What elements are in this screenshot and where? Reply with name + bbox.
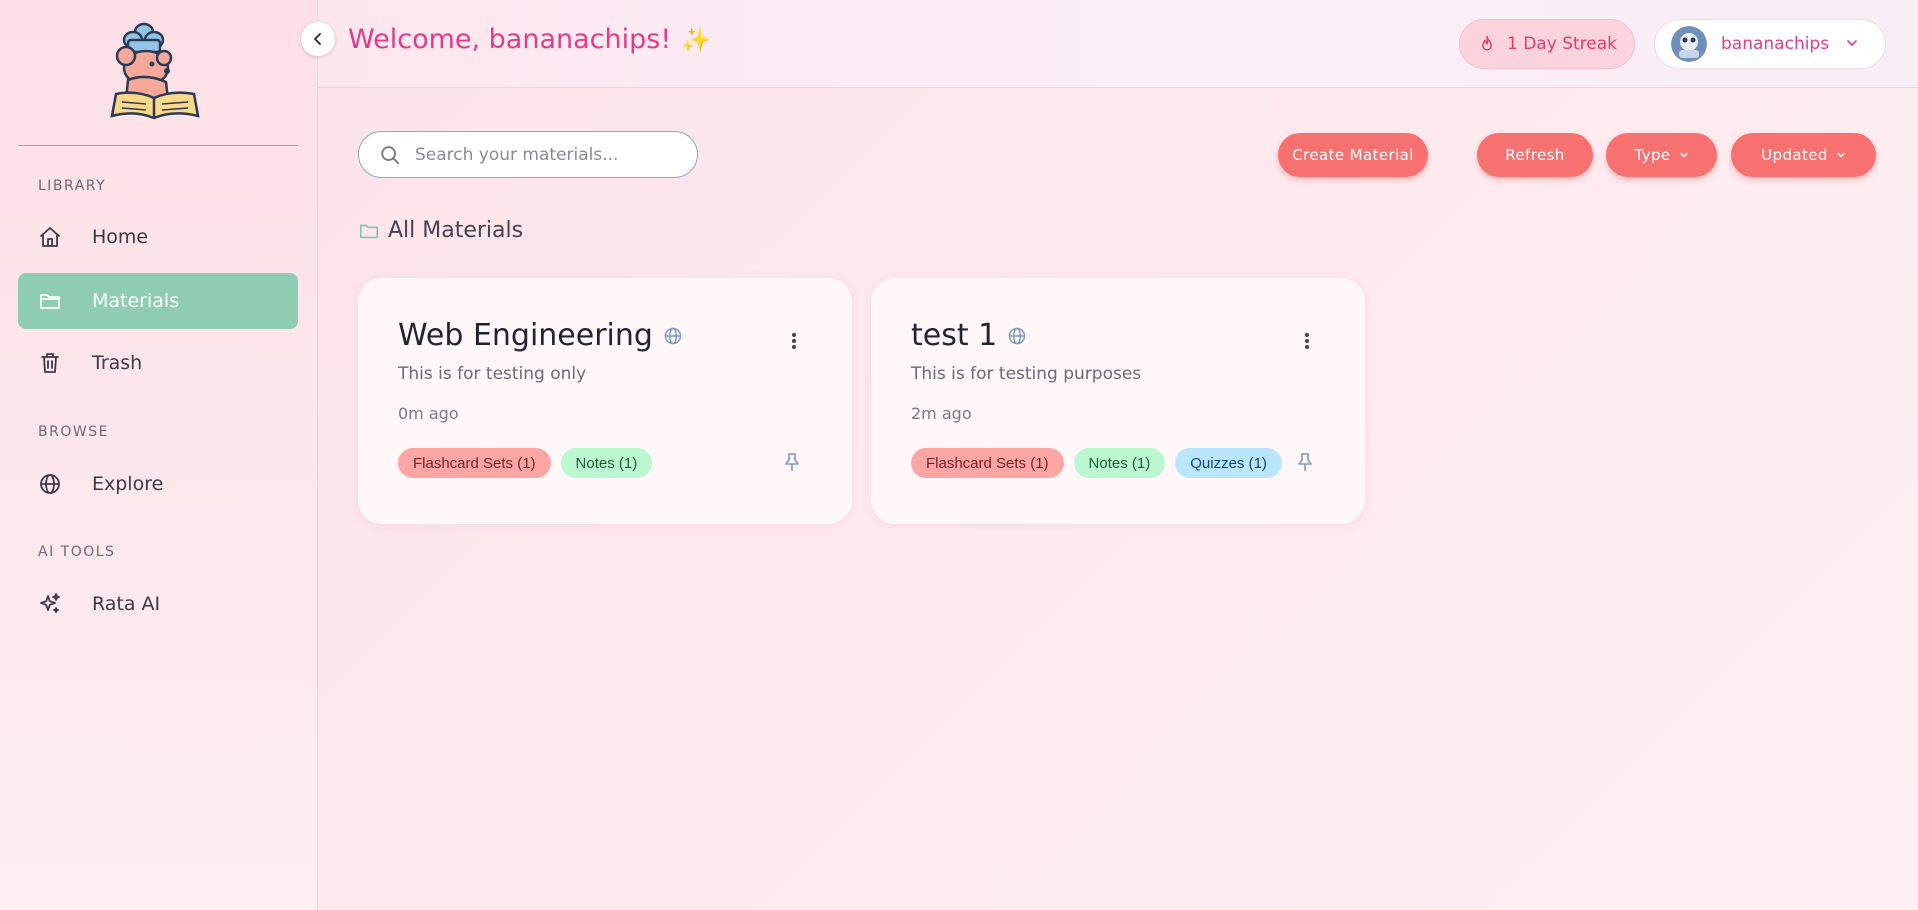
sidebar-item-home[interactable]: Home (18, 209, 298, 265)
sidebar-item-label: Trash (92, 352, 143, 374)
sidebar: LIBRARY Home Materials Trash BROWSE Expl… (0, 0, 318, 910)
more-vertical-icon (792, 333, 796, 349)
app-logo[interactable] (106, 18, 206, 124)
chevron-down-icon (1845, 35, 1859, 54)
ai-tools-section-label: AI TOOLS (38, 544, 116, 560)
top-header: Welcome, bananachips! ✨ 1 Day Streak ban… (318, 0, 1918, 88)
sidebar-divider (18, 145, 298, 146)
card-title: Web Engineering (398, 318, 683, 353)
card-tags: Flashcard Sets (1) Notes (1) Quizzes (1) (911, 448, 1282, 478)
chevron-down-icon (1836, 146, 1846, 164)
sidebar-item-rata-ai[interactable]: Rata AI (18, 576, 298, 632)
card-tags: Flashcard Sets (1) Notes (1) (398, 448, 653, 478)
sort-updated-dropdown[interactable]: Updated (1731, 133, 1876, 177)
welcome-message: Welcome, bananachips! ✨ (348, 24, 711, 55)
page-title: All Materials (388, 218, 524, 243)
search-box[interactable] (358, 131, 698, 178)
welcome-text: Welcome, bananachips! (348, 24, 672, 55)
chevron-left-icon (314, 33, 321, 45)
flame-icon (1477, 34, 1497, 54)
material-card[interactable]: test 1 This is for testing purposes 2m a… (871, 278, 1365, 524)
card-title-text: test 1 (911, 318, 998, 353)
tag-flashcard-sets[interactable]: Flashcard Sets (1) (911, 448, 1064, 478)
library-section-label: LIBRARY (38, 178, 107, 194)
sidebar-item-trash[interactable]: Trash (18, 335, 298, 391)
collapse-sidebar-button[interactable] (301, 22, 335, 56)
chevron-down-icon (1679, 146, 1689, 164)
pin-icon (1298, 453, 1312, 471)
globe-icon (38, 472, 62, 496)
user-menu[interactable]: bananachips (1654, 19, 1886, 69)
material-card[interactable]: Web Engineering This is for testing only… (358, 278, 852, 524)
avatar (1671, 26, 1707, 62)
card-menu-button[interactable] (1297, 328, 1317, 354)
username: bananachips (1721, 34, 1830, 54)
folder-icon (358, 220, 380, 242)
public-globe-icon (1007, 326, 1027, 346)
refresh-button[interactable]: Refresh (1477, 133, 1593, 177)
search-input[interactable] (415, 144, 665, 165)
more-vertical-icon (1305, 333, 1309, 349)
browse-section-label: BROWSE (38, 424, 109, 440)
tag-quizzes[interactable]: Quizzes (1) (1175, 448, 1282, 478)
sparkles-icon (38, 592, 62, 616)
sidebar-item-materials[interactable]: Materials (18, 273, 298, 329)
search-icon (379, 144, 401, 166)
pin-button[interactable] (782, 450, 802, 474)
section-heading: All Materials (358, 218, 523, 243)
streak-text: 1 Day Streak (1507, 34, 1617, 54)
card-menu-button[interactable] (784, 328, 804, 354)
pin-icon (785, 453, 799, 471)
folder-icon (38, 289, 62, 313)
create-material-button[interactable]: Create Material (1278, 133, 1428, 177)
sidebar-item-label: Home (92, 226, 149, 248)
card-title: test 1 (911, 318, 1027, 353)
sort-updated-label: Updated (1761, 146, 1828, 164)
tag-notes[interactable]: Notes (1) (560, 448, 653, 478)
tag-flashcard-sets[interactable]: Flashcard Sets (1) (398, 448, 551, 478)
sparkle-icon: ✨ (681, 25, 712, 54)
trash-icon (38, 351, 62, 375)
card-timestamp: 0m ago (398, 404, 459, 423)
card-description: This is for testing purposes (911, 364, 1142, 384)
home-icon (38, 225, 62, 249)
card-title-text: Web Engineering (398, 318, 653, 353)
sidebar-item-explore[interactable]: Explore (18, 456, 298, 512)
public-globe-icon (663, 326, 683, 346)
tag-notes[interactable]: Notes (1) (1073, 448, 1166, 478)
sidebar-item-label: Explore (92, 473, 164, 495)
card-timestamp: 2m ago (911, 404, 972, 423)
card-description: This is for testing only (398, 364, 587, 384)
sidebar-item-label: Rata AI (92, 593, 161, 615)
type-filter-label: Type (1634, 146, 1671, 164)
streak-badge[interactable]: 1 Day Streak (1459, 19, 1635, 69)
sidebar-item-label: Materials (92, 290, 180, 312)
pin-button[interactable] (1295, 450, 1315, 474)
type-filter-dropdown[interactable]: Type (1606, 133, 1717, 177)
